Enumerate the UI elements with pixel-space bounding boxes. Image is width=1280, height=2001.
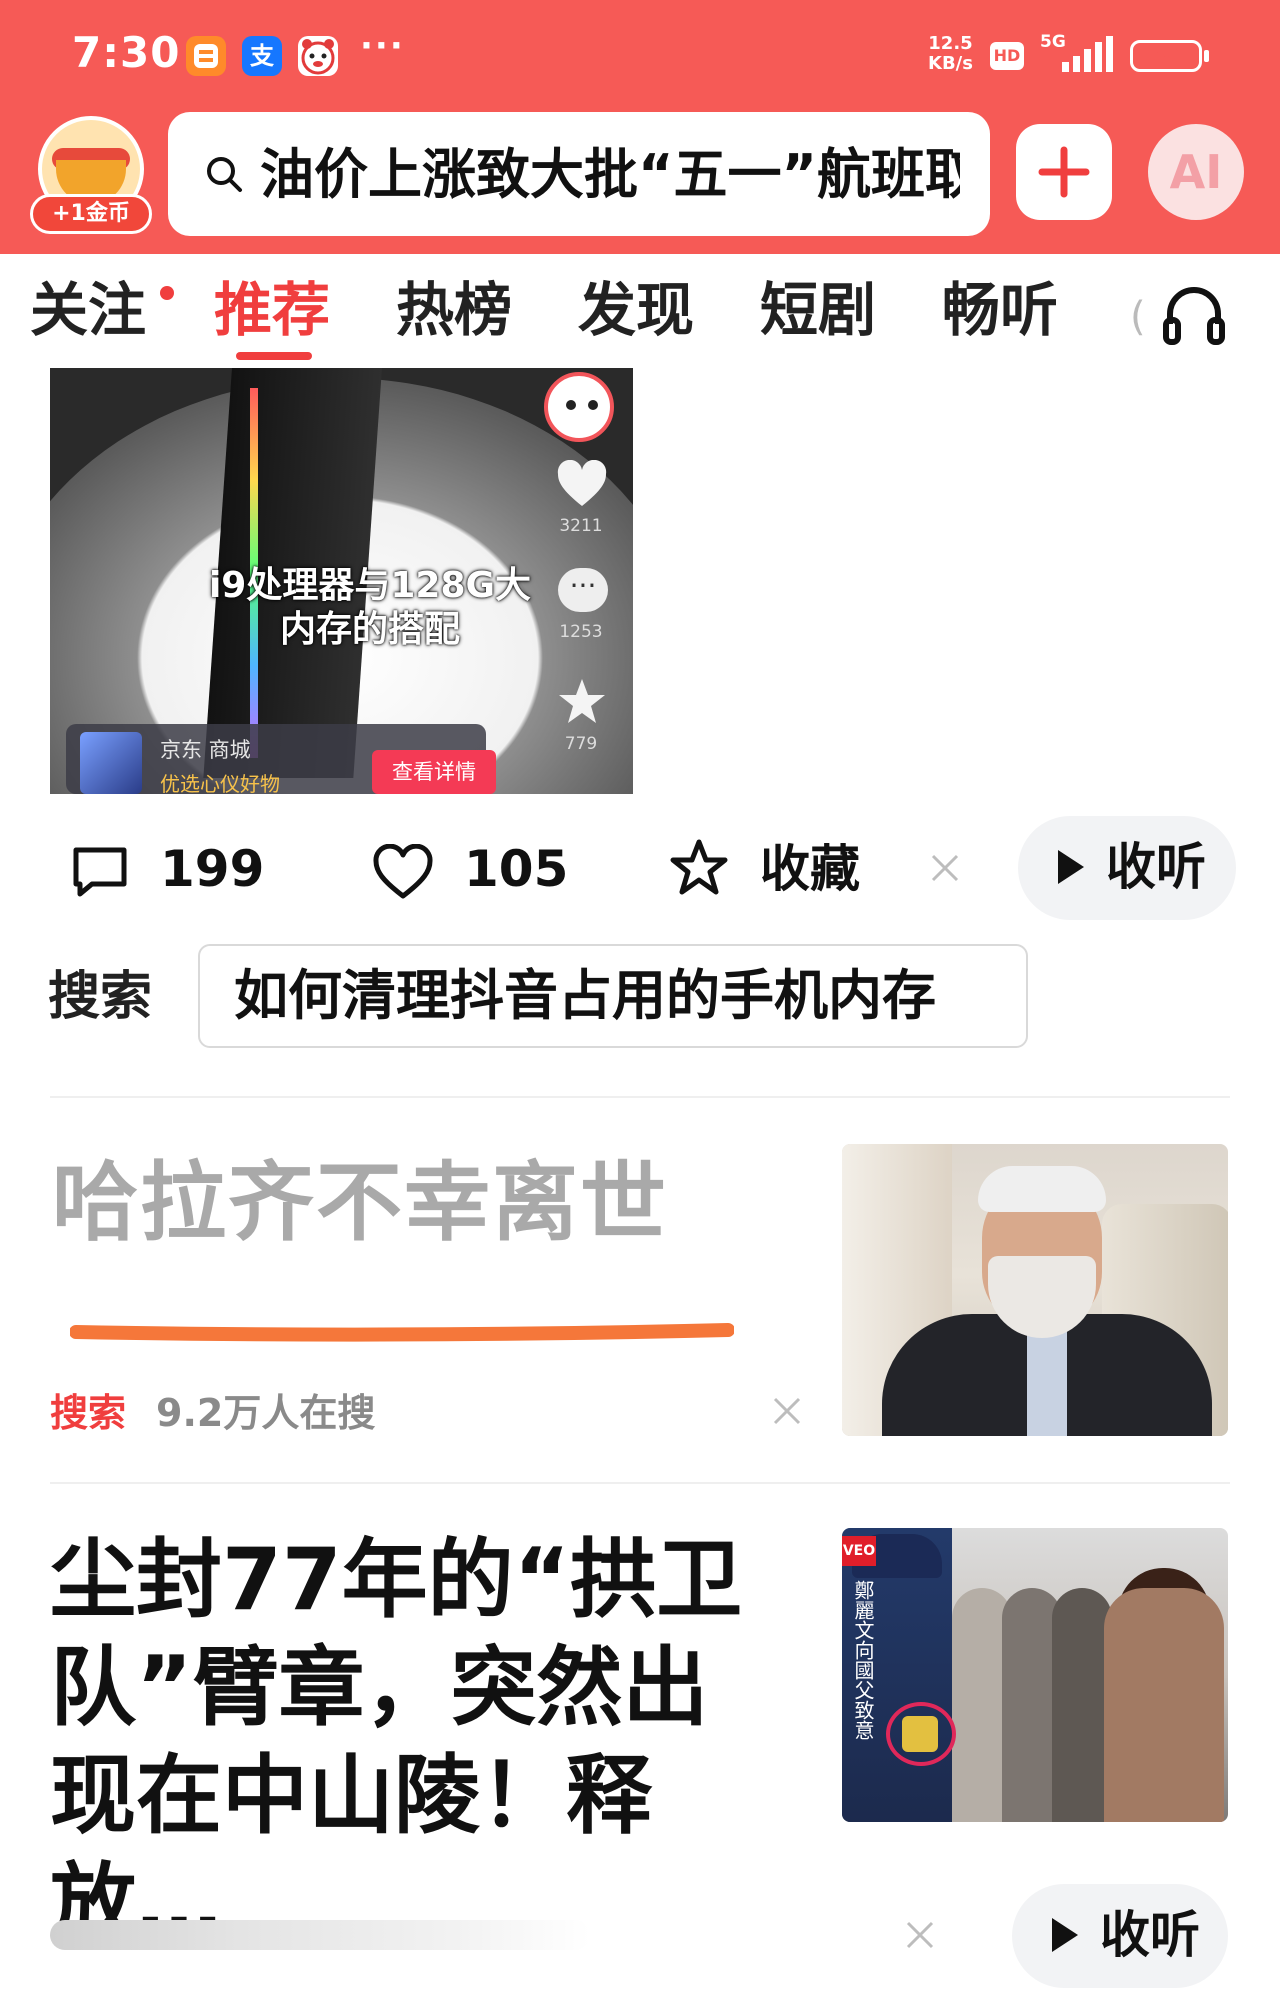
net-speed: 12.5 KB/s [928,34,973,74]
app-icon-orange [186,36,226,76]
video-caption: i9处理器与128G大 内存的搭配 [130,564,610,652]
ai-assistant-button[interactable]: AI [1148,124,1244,220]
like-count: 105 [464,840,569,898]
jd-mascot-avatar [544,372,614,442]
listen-label: 收听 [1106,838,1206,896]
battery-icon: 59 [1130,40,1202,72]
feed-divider [50,1096,1230,1098]
play-icon [1058,850,1084,884]
star-icon [670,839,728,895]
play-icon [1052,1918,1078,1952]
headphone-icon[interactable] [1162,284,1226,346]
status-time: 7:30 [72,28,181,77]
search-icon [207,157,242,192]
related-search-chip[interactable]: 如何清理抖音占用的手机内存 [198,944,1028,1048]
dismiss-icon[interactable] [930,853,960,883]
shop-promo-bar: 京东 商城 优选心仪好物 查看详情 [66,724,496,794]
shop-name: 京东 商城 [160,738,251,762]
video-caption-line1: i9处理器与128G大 [208,565,532,606]
hd-badge: HD [990,42,1024,70]
comment-icon [73,847,127,897]
news-headline[interactable]: 尘封77年的“拱卫队”臂章，突然出现在中山陵！释放… [50,1526,790,1958]
tab-recommend[interactable]: 推荐 [214,274,330,346]
battery-cap [1204,50,1209,62]
tab-overflow-fragment: ( [1130,294,1146,340]
battery-level: 59 [1152,44,1180,68]
video-caption-line2: 内存的搭配 [279,609,460,650]
coin-reward-label: +1金币 [30,194,152,234]
news-photo-tag: VEO [842,1536,876,1566]
hot-search-title[interactable]: 哈拉齐不幸离世 [52,1148,668,1258]
orange-highlight-stroke [70,1323,734,1342]
coin-reward-button[interactable]: +1金币 [30,116,152,234]
video-thumbnail[interactable]: i9处理器与128G大 内存的搭配 3211 ··· 1253 779 京东 商… [50,368,633,794]
shop-detail-button[interactable]: 查看详情 [372,750,496,794]
listen-label: 收听 [1100,1906,1200,1964]
signal-icon [1062,36,1113,72]
comment-action[interactable]: 199 [70,834,270,904]
listen-button[interactable]: 收听 [1012,1884,1228,1988]
hot-search-photo[interactable] [842,1144,1228,1436]
tab-audio[interactable]: 畅听 [942,274,1058,346]
dismiss-icon[interactable] [905,1920,935,1950]
more-notifications-icon: ··· [360,26,405,66]
video-like-count: 3211 [559,516,603,536]
blurred-source-label [50,1920,590,1950]
net-speed-unit: KB/s [928,53,973,74]
channel-tabs: 关注 推荐 热榜 发现 短剧 畅听 ( [0,254,1280,366]
search-hint-text: 油价上涨致大批“五一”航班取消 [260,143,960,206]
hot-search-tag: 搜索 [50,1391,127,1435]
video-comment-icon: ··· [558,568,608,612]
tab-hot-list[interactable]: 热榜 [396,274,512,346]
tab-follow-dot [160,286,174,300]
news-photo-caption: 鄭麗文向國父致意 [851,1580,875,1740]
tab-active-indicator [236,352,312,360]
jd-mascot-icon [298,36,338,76]
tab-discover[interactable]: 发现 [578,274,694,346]
listen-button[interactable]: 收听 [1018,816,1236,920]
plus-icon [1038,146,1090,198]
dismiss-icon[interactable] [772,1396,802,1426]
comment-count: 199 [160,840,265,898]
shop-slogan: 优选心仪好物 [160,772,280,794]
hot-search-count: 9.2万人在搜 [156,1391,376,1435]
video-favorite-icon [559,679,605,723]
app-header: 7:30 支 ··· 12.5 KB/s HD 5G 59 +1金币 油价上涨致… [0,0,1280,254]
feed-divider [50,1482,1230,1484]
video-comment-count: 1253 [559,622,603,642]
search-bar[interactable]: 油价上涨致大批“五一”航班取消 [168,112,990,236]
like-action[interactable]: 105 [372,834,572,904]
shop-thumbnail [80,732,142,794]
publish-button[interactable] [1016,124,1112,220]
video-like-icon [557,460,607,506]
net-speed-value: 12.5 [928,33,973,54]
tab-short-drama[interactable]: 短剧 [760,274,876,346]
heart-icon [373,844,433,899]
video-favorite-count: 779 [564,734,598,754]
favorite-label: 收藏 [760,840,860,898]
favorite-action[interactable]: 收藏 [668,834,888,904]
status-bar: 7:30 支 ··· 12.5 KB/s HD 5G 59 [0,0,1280,108]
tab-follow[interactable]: 关注 [30,274,146,346]
alipay-icon: 支 [242,36,282,76]
news-photo[interactable]: VEO 鄭麗文向國父致意 [842,1528,1228,1822]
related-search-label: 搜索 [48,967,153,1027]
